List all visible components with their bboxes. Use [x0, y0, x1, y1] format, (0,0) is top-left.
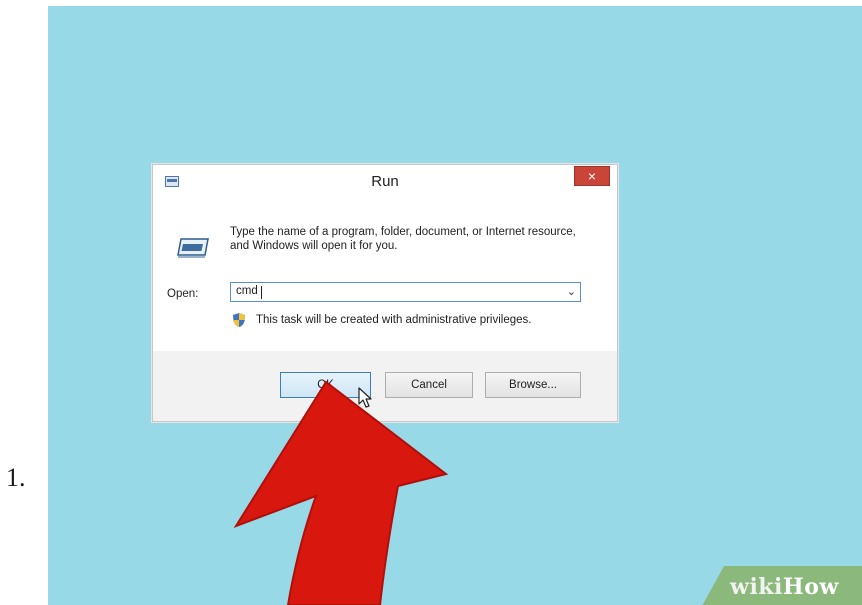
watermark-text: wikiHow [730, 574, 839, 600]
watermark-suffix: How [782, 574, 839, 600]
red-arrow [233, 380, 449, 605]
step-number: 1. [6, 463, 26, 492]
watermark-prefix: wiki [730, 574, 783, 600]
wikihow-watermark: wikiHow [702, 566, 862, 605]
desktop-background: Run × Type the name of a program, folder… [48, 6, 862, 605]
